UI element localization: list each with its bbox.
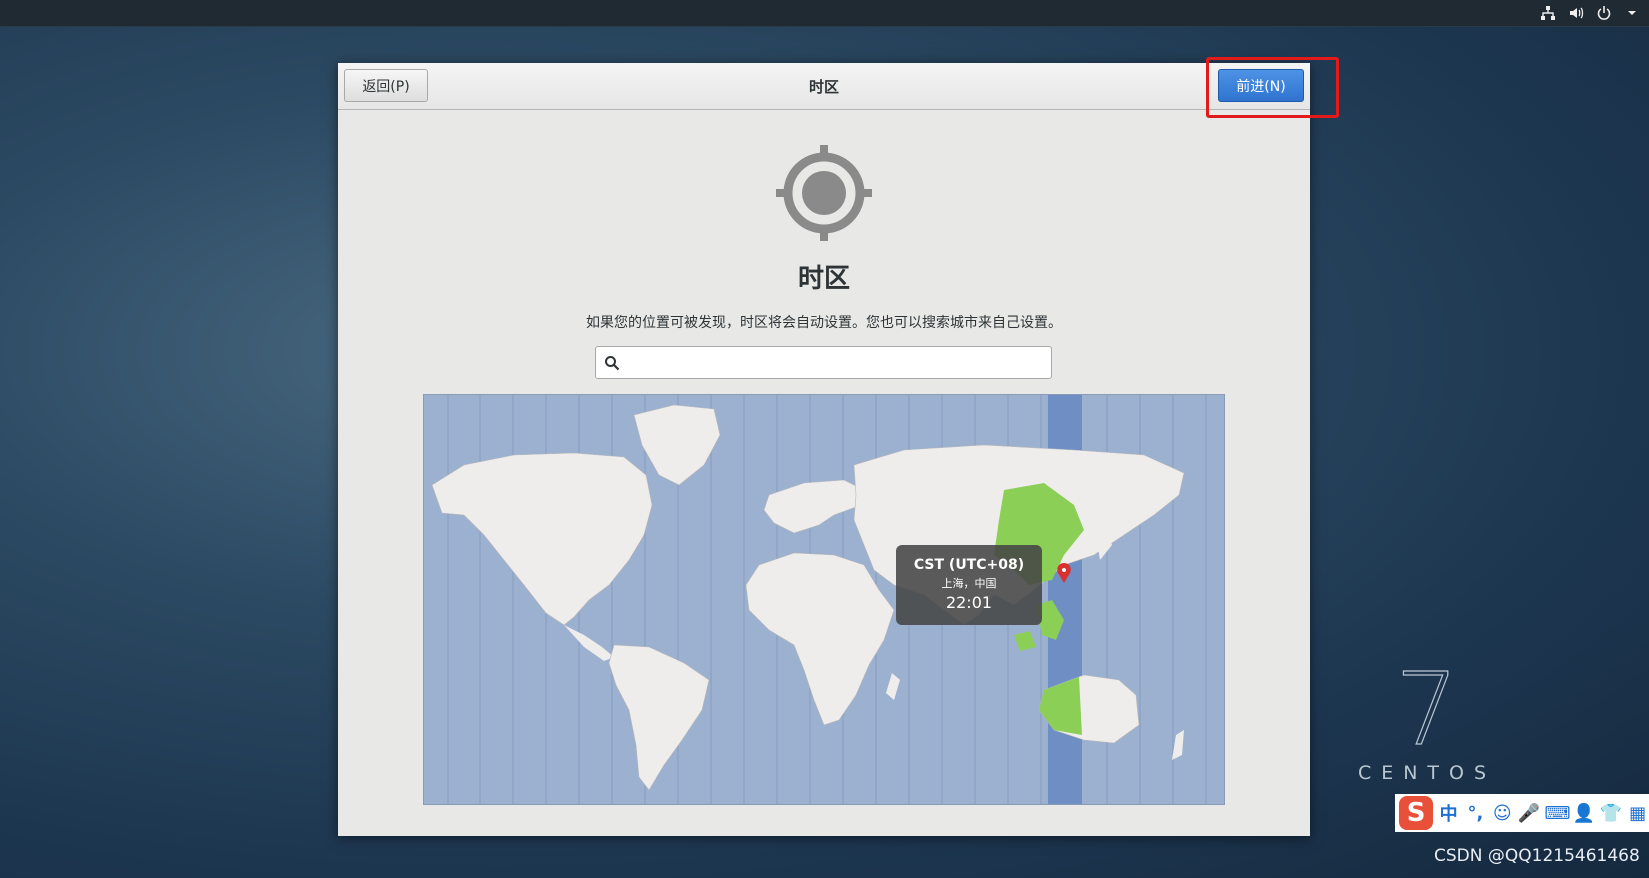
user-icon[interactable]: 👤 — [1573, 803, 1596, 824]
skin-icon[interactable]: 👕 — [1599, 803, 1622, 824]
timezone-tooltip: CST (UTC+08) 上海，中国 22:01 — [896, 545, 1042, 625]
page-heading: 时区 — [797, 264, 850, 294]
volume-icon[interactable] — [1567, 4, 1585, 22]
timezone-dialog: 返回(P) 时区 前进(N) 时区 如果您的位置可被发现，时区将会自动设置。您也… — [338, 63, 1310, 836]
dialog-header: 返回(P) 时区 前进(N) — [338, 63, 1310, 110]
world-map-graphic — [431, 395, 1207, 804]
sogou-logo-icon[interactable]: S — [1399, 796, 1434, 830]
tooltip-time: 22:01 — [945, 593, 993, 612]
centos-version: 7 — [1395, 651, 1460, 768]
top-bar — [0, 0, 1649, 27]
ime-chinese-mode[interactable]: 中 — [1437, 800, 1460, 826]
timezone-map[interactable]: CST (UTC+08) 上海，中国 22:01 — [423, 394, 1225, 805]
keyboard-icon[interactable]: ⌨ — [1545, 803, 1571, 824]
emoji-icon[interactable]: ☺ — [1491, 803, 1514, 824]
power-icon[interactable] — [1595, 4, 1613, 22]
grid-menu-icon[interactable]: ▦ — [1626, 803, 1649, 824]
city-search[interactable] — [595, 346, 1052, 379]
ime-punctuation[interactable]: °, — [1464, 803, 1487, 824]
csdn-watermark: CSDN @QQ1215461468 — [1434, 846, 1640, 866]
dialog-title: 时区 — [808, 78, 839, 96]
system-tray — [1539, 0, 1641, 26]
page-description: 如果您的位置可被发现，时区将会自动设置。您也可以搜索城市来自己设置。 — [586, 315, 1062, 331]
chevron-down-icon[interactable] — [1623, 4, 1641, 22]
location-target-icon — [776, 145, 872, 245]
city-search-input[interactable] — [628, 351, 1042, 377]
centos-brand: 7 CENTOS — [1352, 651, 1502, 784]
tooltip-zone: CST (UTC+08) — [913, 557, 1025, 573]
network-icon[interactable] — [1539, 4, 1557, 22]
tooltip-city: 上海，中国 — [941, 577, 997, 590]
ime-toolbar: S 中 °, ☺ 🎤 ⌨ 👤 👕 ▦ — [1395, 794, 1649, 832]
search-icon — [604, 355, 620, 375]
microphone-icon[interactable]: 🎤 — [1518, 803, 1541, 824]
centos-name: CENTOS — [1357, 762, 1497, 784]
next-button-highlight — [1206, 57, 1339, 118]
